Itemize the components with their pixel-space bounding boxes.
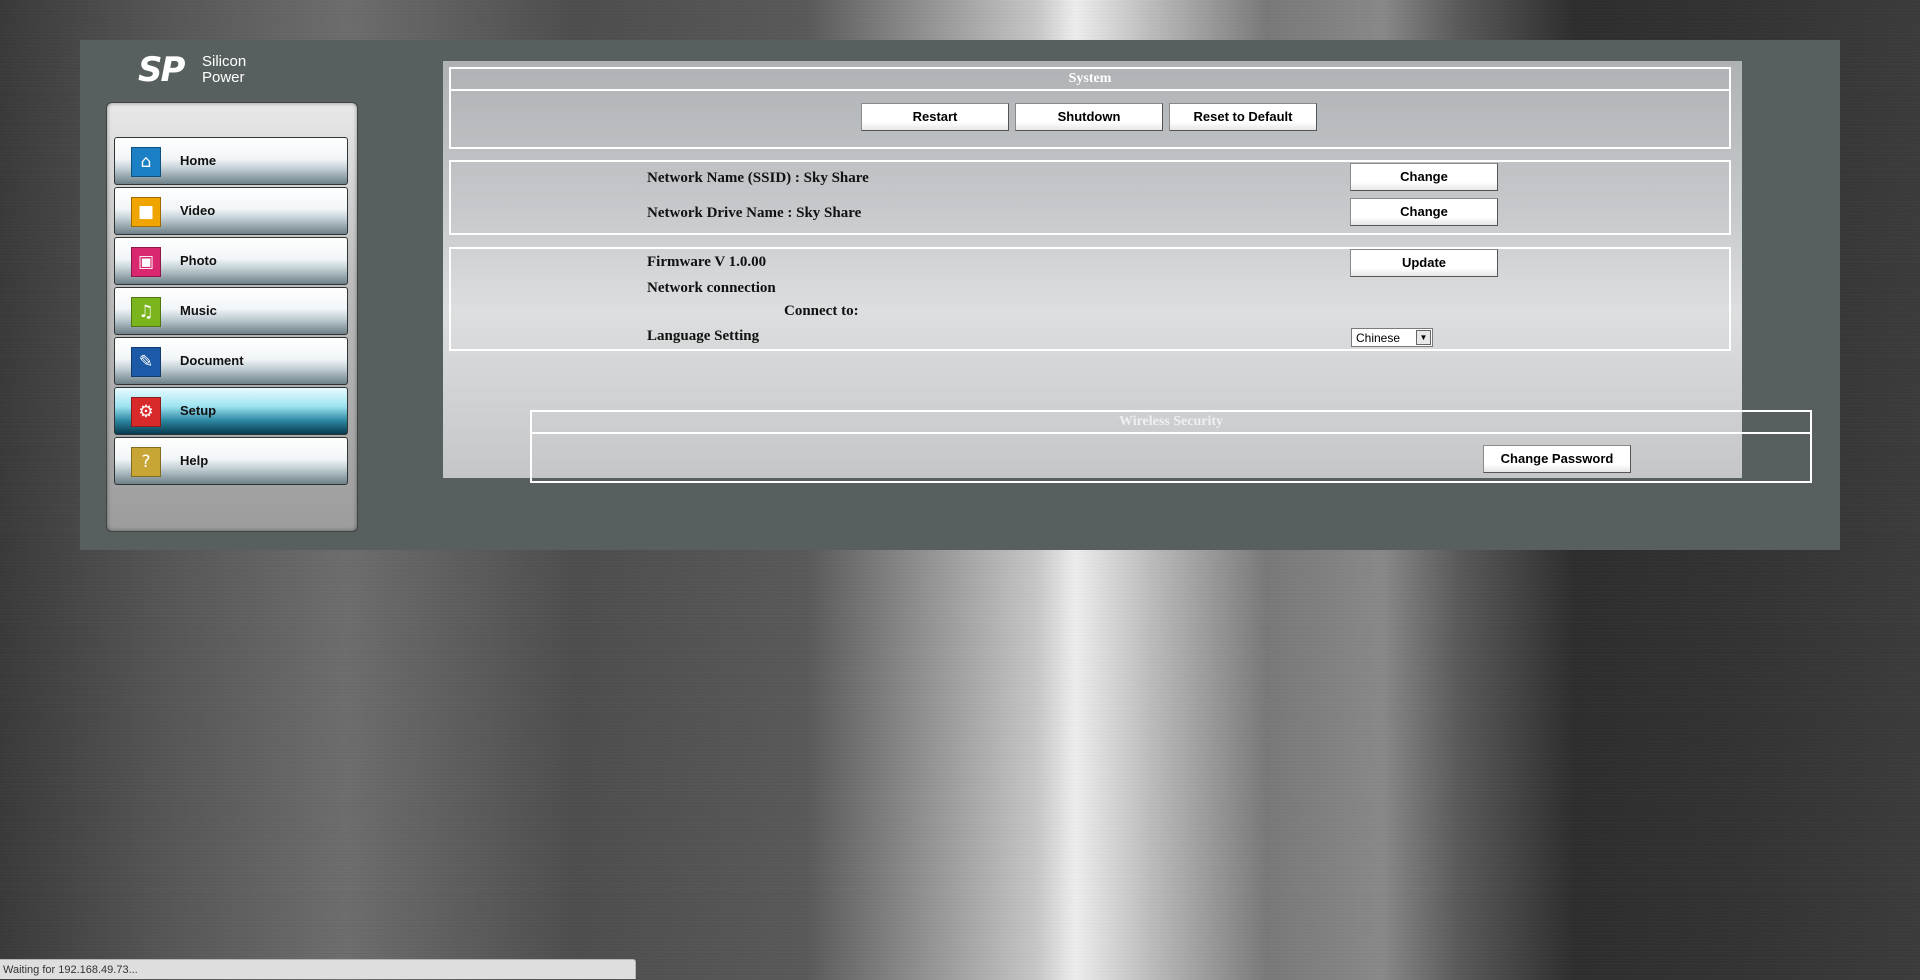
sidebar-item-label: Music [180, 303, 217, 318]
gear-icon: ⚙ [131, 397, 161, 427]
reset-to-default-button[interactable]: Reset to Default [1169, 103, 1317, 131]
connect-to-label: Connect to: [784, 303, 859, 319]
music-icon: ♫ [131, 297, 161, 327]
system-title: System [451, 69, 1729, 91]
change-drive-name-button[interactable]: Change [1350, 198, 1498, 226]
browser-status-bar: Waiting for 192.168.49.73... [0, 959, 636, 979]
network-ssid-label: Network Name (SSID) : Sky Share [647, 170, 869, 186]
network-drive-label: Network Drive Name : Sky Share [647, 205, 862, 221]
update-button[interactable]: Update [1350, 249, 1498, 277]
wireless-security-title: Wireless Security [532, 412, 1810, 434]
chevron-down-icon: ▼ [1416, 330, 1431, 345]
sidebar-item-video[interactable]: ■ Video [114, 187, 348, 235]
sidebar-item-setup[interactable]: ⚙ Setup [114, 387, 348, 435]
firmware-section: Firmware V 1.0.00 Update Network connect… [449, 247, 1731, 351]
sidebar-item-label: Home [180, 153, 217, 168]
home-icon: ⌂ [131, 147, 161, 177]
change-ssid-button[interactable]: Change [1350, 163, 1498, 191]
firmware-version-label: Firmware V 1.0.00 [647, 254, 767, 270]
sidebar-item-photo[interactable]: ▣ Photo [114, 237, 348, 285]
wireless-security-box: Wireless Security Change Password [530, 410, 1812, 483]
photo-icon: ▣ [131, 247, 161, 277]
silicon-power-logo: SP Silicon Power [138, 50, 288, 90]
sidebar-item-label: Document [180, 353, 244, 368]
sidebar-item-music[interactable]: ♫ Music [114, 287, 348, 335]
restart-button[interactable]: Restart [861, 103, 1009, 131]
system-section: System Restart Shutdown Reset to Default [449, 67, 1731, 149]
language-select-value: Chinese [1356, 331, 1401, 345]
logo-brand-line1: Silicon [202, 53, 247, 70]
sidebar-item-home[interactable]: ⌂ Home [114, 137, 348, 185]
help-icon: ? [131, 447, 161, 477]
sidebar-item-document[interactable]: ✎ Document [114, 337, 348, 385]
network-section: Network Name (SSID) : Sky Share Change N… [449, 160, 1731, 235]
status-text: Waiting for 192.168.49.73... [3, 964, 138, 976]
sidebar-item-label: Video [180, 203, 216, 218]
network-connection-label: Network connection [647, 280, 776, 296]
sidebar: ⌂ Home ■ Video ▣ Photo ♫ Music ✎ Documen… [106, 102, 358, 532]
sidebar-item-help[interactable]: ? Help [114, 437, 348, 485]
logo-mark: SP [138, 50, 185, 90]
sidebar-item-label: Photo [180, 253, 217, 268]
shutdown-button[interactable]: Shutdown [1015, 103, 1163, 131]
document-icon: ✎ [131, 347, 161, 377]
language-setting-label: Language Setting [647, 328, 760, 344]
language-select[interactable]: Chinese ▼ [1351, 328, 1433, 347]
logo-brand-line2: Power [202, 69, 245, 86]
video-icon: ■ [131, 197, 161, 227]
sidebar-item-label: Setup [180, 403, 217, 418]
sidebar-item-label: Help [180, 453, 209, 468]
change-password-button[interactable]: Change Password [1483, 445, 1631, 473]
